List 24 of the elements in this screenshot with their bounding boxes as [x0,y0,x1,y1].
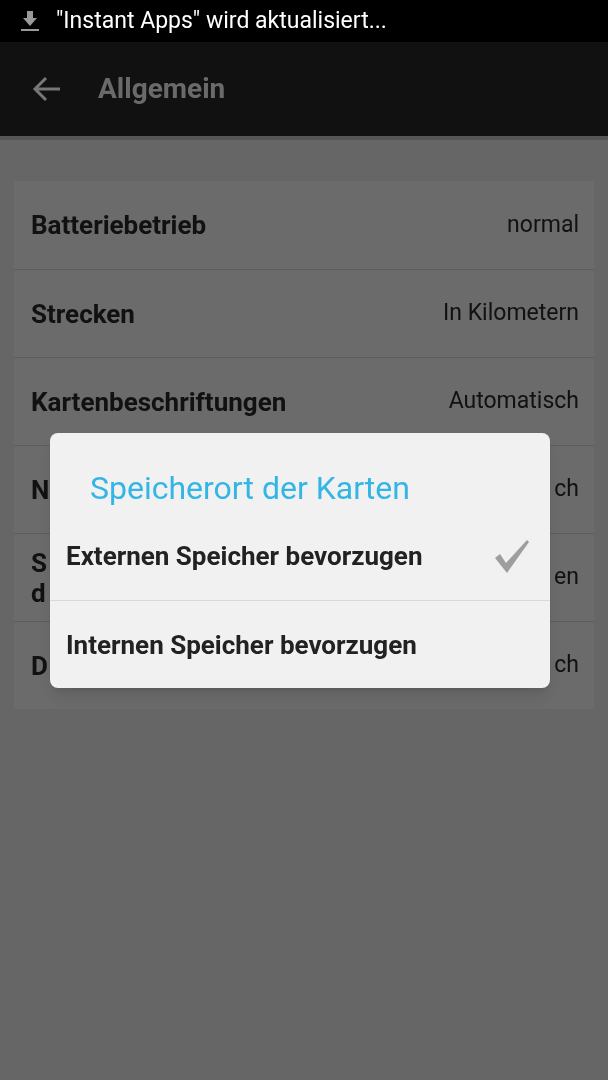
setting-value: ch [554,650,579,681]
setting-value: normal [507,209,579,240]
screen-title: Allgemein [98,71,226,107]
setting-title: S d [31,547,47,608]
dialog-title: Speicherort der Karten [90,468,410,509]
setting-title: Kartenbeschriftungen [31,386,287,417]
setting-title: N [31,474,50,505]
download-icon [20,10,40,32]
storage-option[interactable]: Externen Speicher bevorzugen [50,512,550,600]
setting-title: Strecken [31,298,135,329]
option-label: Internen Speicher bevorzugen [66,629,417,660]
checkmark-icon [494,538,530,574]
notification-text: "Instant Apps" wird aktualisiert... [56,5,387,36]
setting-row[interactable]: Batteriebetrieb normal [14,181,594,269]
setting-value: Automatisch [448,386,579,417]
setting-value: en [554,562,579,593]
option-label: Externen Speicher bevorzugen [66,541,423,571]
setting-value: ch [554,474,579,505]
setting-title: D [31,650,48,681]
setting-value: In Kilometern [443,298,579,329]
storage-option[interactable]: Internen Speicher bevorzugen [50,600,550,688]
setting-row[interactable]: Strecken In Kilometern [14,269,594,357]
setting-title: Batteriebetrieb [31,210,207,240]
back-arrow-icon[interactable] [32,76,62,102]
